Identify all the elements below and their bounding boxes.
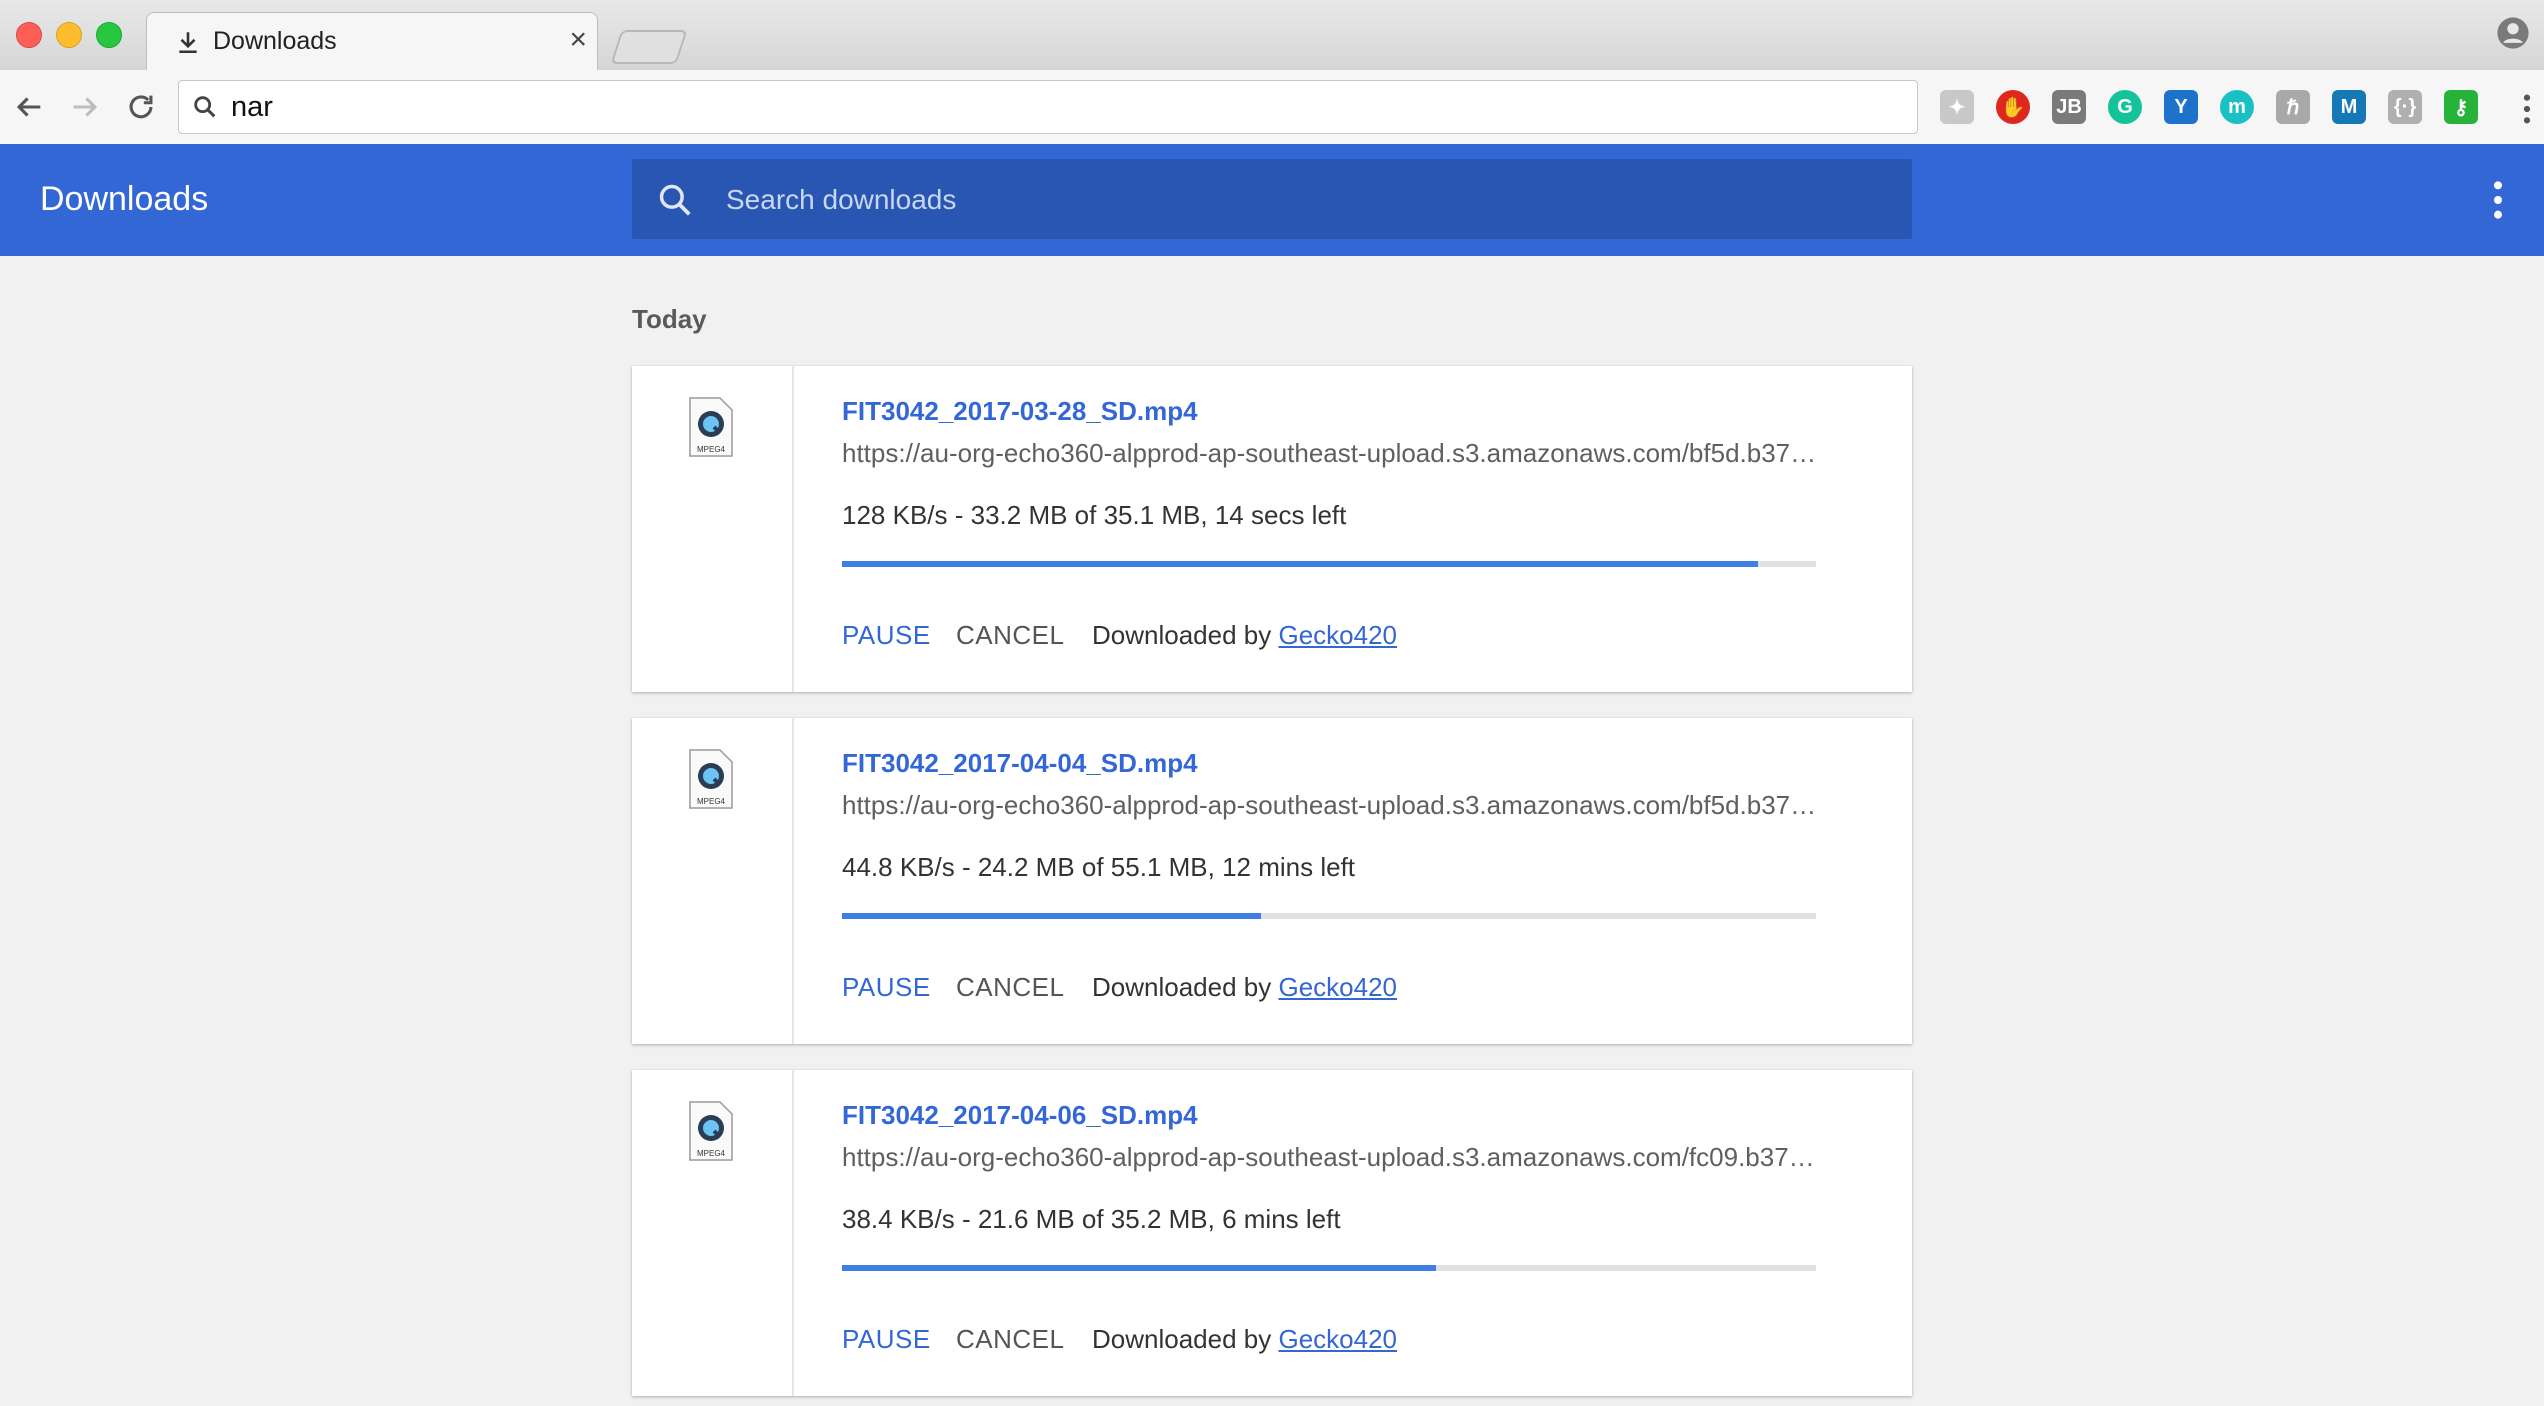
mpeg4-file-icon: MPEG4 <box>689 397 733 457</box>
svg-text:MPEG4: MPEG4 <box>697 445 726 454</box>
file-name-link[interactable]: FIT3042_2017-04-06_SD.mp4 <box>842 1100 1198 1131</box>
puzzle-ext-icon[interactable]: ✦ <box>1940 90 1974 124</box>
svg-text:MPEG4: MPEG4 <box>697 1149 726 1158</box>
download-item: MPEG4 FIT3042_2017-03-28_SD.mp4 https://… <box>632 366 1912 692</box>
address-bar[interactable]: nar <box>178 80 1918 134</box>
download-item: MPEG4 FIT3042_2017-04-04_SD.mp4 https://… <box>632 718 1912 1044</box>
tab-close-icon[interactable]: × <box>569 23 587 56</box>
download-item: MPEG4 FIT3042_2017-04-06_SD.mp4 https://… <box>632 1070 1912 1396</box>
downloaded-by: Downloaded by Gecko420 <box>1092 620 1397 651</box>
cancel-button[interactable]: CANCEL <box>956 620 1064 651</box>
m-circle-ext-icon[interactable]: m <box>2220 90 2254 124</box>
tab-downloads[interactable]: Downloads × <box>146 12 598 71</box>
downloaded-by-link[interactable]: Gecko420 <box>1278 620 1397 650</box>
date-heading: Today <box>632 304 707 334</box>
stop-ext-icon[interactable]: ✋ <box>1996 90 2030 124</box>
downloaded-by-label: Downloaded by <box>1092 620 1272 650</box>
file-icon-column: MPEG4 <box>632 718 794 1044</box>
profile-avatar-icon[interactable] <box>2496 16 2530 50</box>
browser-menu-icon[interactable] <box>2520 92 2534 126</box>
pause-button[interactable]: PAUSE <box>842 1324 931 1355</box>
y-ext-icon[interactable]: Y <box>2164 90 2198 124</box>
more-options-icon[interactable] <box>2494 180 2502 220</box>
download-icon <box>179 32 197 54</box>
page-title: Downloads <box>40 180 209 218</box>
download-status: 38.4 KB/s - 21.6 MB of 35.2 MB, 6 mins l… <box>842 1204 1341 1234</box>
progress-bar <box>842 913 1816 919</box>
download-status: 44.8 KB/s - 24.2 MB of 55.1 MB, 12 mins … <box>842 852 1356 882</box>
search-downloads-box[interactable] <box>632 159 1912 241</box>
tab-title: Downloads <box>213 27 337 55</box>
downloaded-by-link[interactable]: Gecko420 <box>1278 1324 1397 1354</box>
pause-button[interactable]: PAUSE <box>842 972 931 1003</box>
window-titlebar: Downloads × <box>0 0 2544 71</box>
downloaded-by-link[interactable]: Gecko420 <box>1278 972 1397 1002</box>
reload-icon[interactable] <box>124 90 158 124</box>
downloads-header: Downloads <box>0 144 2544 256</box>
progress-fill <box>842 1265 1437 1271</box>
file-name-link[interactable]: FIT3042_2017-04-04_SD.mp4 <box>842 748 1198 779</box>
back-arrow-icon[interactable] <box>12 90 46 124</box>
search-input[interactable] <box>724 159 1888 241</box>
forward-arrow-icon[interactable] <box>68 90 102 124</box>
file-url: https://au-org-echo360-alpprod-ap-southe… <box>842 438 1817 468</box>
window-close-button[interactable] <box>16 22 42 48</box>
search-icon <box>194 96 216 118</box>
file-icon-column: MPEG4 <box>632 1070 794 1396</box>
pause-button[interactable]: PAUSE <box>842 620 931 651</box>
key-ext-icon[interactable]: ⚷ <box>2444 90 2478 124</box>
downloaded-by-label: Downloaded by <box>1092 1324 1272 1354</box>
mpeg4-file-icon: MPEG4 <box>689 1101 733 1161</box>
h-ext-icon[interactable]: ℏ <box>2276 90 2310 124</box>
progress-bar <box>842 1265 1816 1271</box>
progress-fill <box>842 561 1758 567</box>
file-url: https://au-org-echo360-alpprod-ap-southe… <box>842 790 1817 820</box>
cancel-button[interactable]: CANCEL <box>956 1324 1064 1355</box>
cancel-button[interactable]: CANCEL <box>956 972 1064 1003</box>
file-icon-column: MPEG4 <box>632 366 794 692</box>
downloaded-by: Downloaded by Gecko420 <box>1092 972 1397 1003</box>
window-minimize-button[interactable] <box>56 22 82 48</box>
m-square-ext-icon[interactable]: M <box>2332 90 2366 124</box>
mpeg4-file-icon: MPEG4 <box>689 749 733 809</box>
downloaded-by-label: Downloaded by <box>1092 972 1272 1002</box>
jb-ext-icon[interactable]: JB <box>2052 90 2086 124</box>
window-maximize-button[interactable] <box>96 22 122 48</box>
progress-bar <box>842 561 1816 567</box>
progress-fill <box>842 913 1261 919</box>
grammarly-ext-icon[interactable]: G <box>2108 90 2142 124</box>
svg-text:MPEG4: MPEG4 <box>697 797 726 806</box>
file-url: https://au-org-echo360-alpprod-ap-southe… <box>842 1142 1815 1172</box>
address-bar-text: nar <box>231 91 273 123</box>
download-status: 128 KB/s - 33.2 MB of 35.1 MB, 14 secs l… <box>842 500 1347 530</box>
downloaded-by: Downloaded by Gecko420 <box>1092 1324 1397 1355</box>
new-tab-button[interactable] <box>610 30 688 64</box>
file-name-link[interactable]: FIT3042_2017-03-28_SD.mp4 <box>842 396 1198 427</box>
code-ext-icon[interactable]: {·} <box>2388 90 2422 124</box>
browser-toolbar: nar ✦ ✋ JB G Ym ℏ M {·} ⚷ <box>0 70 2544 145</box>
search-icon <box>659 184 691 216</box>
